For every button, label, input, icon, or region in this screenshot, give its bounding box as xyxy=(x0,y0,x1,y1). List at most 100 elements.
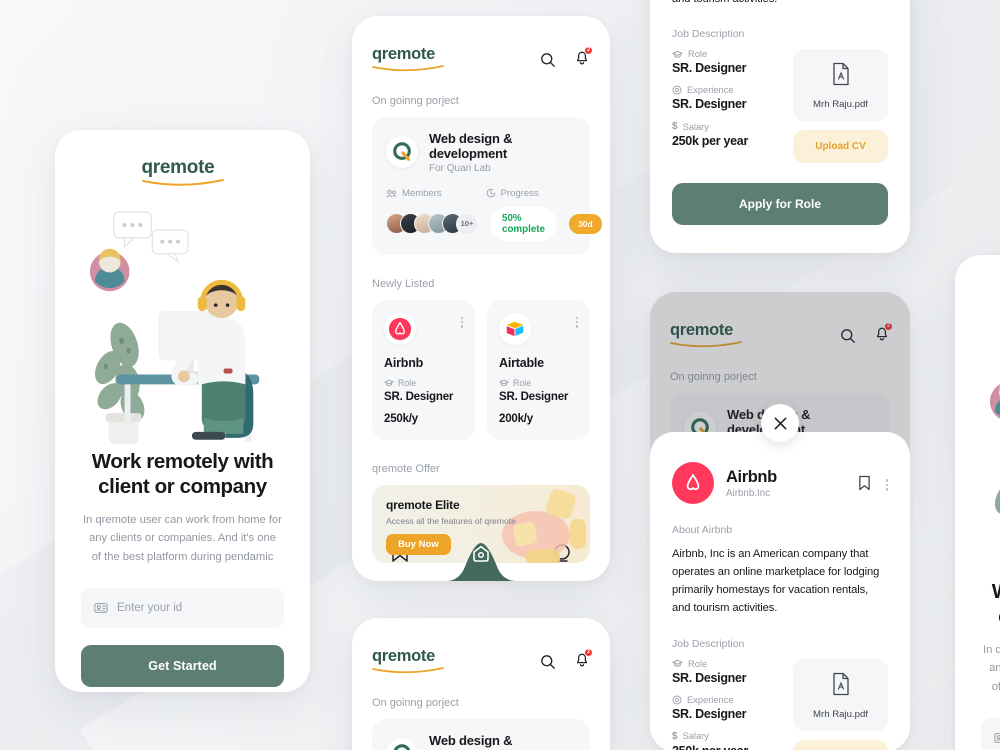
job-card-airtable[interactable]: Airtable Role SR. Designer 200k/y xyxy=(487,299,590,440)
more-vertical-icon[interactable] xyxy=(575,313,578,328)
bookmark-icon[interactable] xyxy=(858,475,871,491)
notification-badge: 2 xyxy=(584,648,593,657)
field-label-experience: Experience xyxy=(672,695,777,705)
about-label: About Airbnb xyxy=(672,524,733,536)
offer-title: qremote Elite xyxy=(386,497,460,512)
more-vertical-icon[interactable] xyxy=(460,313,463,328)
airtable-icon xyxy=(499,312,531,345)
dollar-icon: $ xyxy=(672,121,678,133)
modal-company-header: Airbnb Airbnb.Inc xyxy=(672,462,888,504)
home-header: qremote 2 xyxy=(372,46,593,72)
logo-swoosh-icon xyxy=(372,666,444,673)
search-icon[interactable] xyxy=(540,52,556,68)
onboarding-title-line1: Work remotely with xyxy=(992,579,1000,604)
remote-work-illustration xyxy=(981,323,1000,575)
offer-subtitle: Access all the features of qremote xyxy=(386,515,516,526)
airbnb-icon xyxy=(384,312,416,345)
cv-file-name: Mrh Raju.pdf xyxy=(813,708,868,720)
cap-icon xyxy=(499,379,509,386)
cv-file-card[interactable]: Mrh Raju.pdf xyxy=(793,658,888,731)
cv-column: Mrh Raju.pdf Upload CV xyxy=(793,49,888,164)
onboarding-description: In qremote user can work from home for a… xyxy=(83,514,282,563)
member-avatars[interactable]: 10+ xyxy=(386,212,478,235)
field-label-text: Experience xyxy=(687,694,734,705)
contact-card-icon xyxy=(94,603,108,614)
quari-q-icon xyxy=(386,136,418,168)
id-input[interactable]: Enter your id xyxy=(81,588,284,629)
onboarding-title-line2: client or company xyxy=(992,604,1000,629)
project-title: Web design & development xyxy=(429,130,513,161)
app-logo: qremote xyxy=(372,648,444,674)
home-screen: qremote 2 On goinng porject Web design &… xyxy=(352,16,610,581)
target-icon xyxy=(672,85,682,95)
field-value-role: SR. Designer xyxy=(672,670,747,685)
onboarding-title: Work remotely with client or company xyxy=(992,579,1000,629)
ongoing-project-card[interactable]: Web design & development For Quari Lab M… xyxy=(372,116,602,255)
upload-cv-button[interactable]: Upload CV xyxy=(793,130,888,164)
progress-label: Progress xyxy=(500,187,539,199)
app-logo: qremote xyxy=(141,157,224,187)
onboarding-screen-edge-clip: Work remotely with client or company In … xyxy=(955,255,1000,750)
get-started-button[interactable]: Get Started xyxy=(81,645,284,688)
notifications-button[interactable]: 2 xyxy=(574,46,593,71)
newly-listed-label: Newly Listed xyxy=(372,277,435,290)
ongoing-project-card[interactable]: Web design & development For Quari Lab xyxy=(372,718,590,750)
onboarding-screen: qremote Work remotely with client or com… xyxy=(55,130,310,692)
field-label-text: Salary xyxy=(682,121,709,132)
avatar-more-count: 10+ xyxy=(456,212,478,235)
field-label-role: Role xyxy=(672,49,777,59)
offer-banner[interactable]: qremote Elite Access all the features of… xyxy=(372,484,590,563)
progress-badge: 50% complete xyxy=(490,206,557,241)
logo-swoosh-icon xyxy=(141,179,224,186)
id-input[interactable]: Enter your id xyxy=(981,718,1000,750)
search-icon[interactable] xyxy=(540,654,556,670)
id-input-placeholder: Enter your id xyxy=(117,602,183,615)
progress-label-group: Progress xyxy=(486,188,539,199)
notifications-button[interactable]: 2 xyxy=(574,648,593,673)
field-value-experience: SR. Designer xyxy=(672,97,747,112)
cv-file-card[interactable]: Mrh Raju.pdf xyxy=(793,49,888,122)
cv-file-name: Mrh Raju.pdf xyxy=(813,99,868,111)
modal-company-name: Airbnb xyxy=(726,467,777,486)
close-modal-button[interactable] xyxy=(761,404,799,442)
job-description-fields: Role SR. Designer Experience SR. Designe… xyxy=(672,49,777,163)
upload-cv-button[interactable]: Upload CV xyxy=(793,739,888,750)
buy-now-button[interactable]: Buy Now xyxy=(386,533,451,555)
cv-column: Mrh Raju.pdf Upload CV xyxy=(793,658,888,750)
close-icon xyxy=(774,417,786,429)
job-salary: 250k/y xyxy=(384,412,418,425)
newly-listed-grid: Airbnb Role SR. Designer 250k/y Airtable… xyxy=(372,299,590,440)
about-text-tail: and tourism activities. xyxy=(672,0,888,8)
field-label-text: Role xyxy=(688,658,708,669)
notification-badge: 2 xyxy=(584,46,593,55)
logo-swoosh-icon xyxy=(372,64,444,71)
airbnb-icon xyxy=(672,462,714,504)
field-value-experience: SR. Designer xyxy=(672,706,747,721)
remote-work-illustration xyxy=(81,193,284,445)
modal-company-sub: Airbnb.Inc xyxy=(726,487,771,499)
field-label-salary: $ Salary xyxy=(672,121,777,132)
project-subtitle: For Quari Lab xyxy=(429,162,491,174)
cap-icon xyxy=(672,50,683,58)
field-label-text: Salary xyxy=(682,731,709,742)
home-header: qremote 2 xyxy=(372,648,593,674)
field-label-text: Experience xyxy=(687,85,734,96)
onboarding-title-line2: client or company xyxy=(98,475,267,498)
job-description-label: Job Description xyxy=(672,28,745,41)
apply-for-role-button[interactable]: Apply for Role xyxy=(672,183,888,226)
target-icon xyxy=(672,695,682,705)
app-logo-text: qremote xyxy=(141,157,215,178)
field-value-salary: 250k per year xyxy=(672,744,777,750)
onboarding-title: Work remotely with client or company xyxy=(92,449,274,499)
job-card-airbnb[interactable]: Airbnb Role SR. Designer 250k/y xyxy=(372,299,475,440)
field-label-text: Role xyxy=(688,49,708,60)
app-logo: qremote xyxy=(372,46,444,72)
job-role-value: SR. Designer xyxy=(384,390,454,403)
job-role-label: Role xyxy=(398,377,417,388)
job-role-label-group: Role xyxy=(384,378,463,388)
more-vertical-icon[interactable] xyxy=(885,475,888,491)
offer-label: qremote Offer xyxy=(372,462,440,475)
field-label-salary: $ Salary xyxy=(672,731,777,742)
cap-icon xyxy=(384,379,394,386)
cap-icon xyxy=(672,659,683,667)
